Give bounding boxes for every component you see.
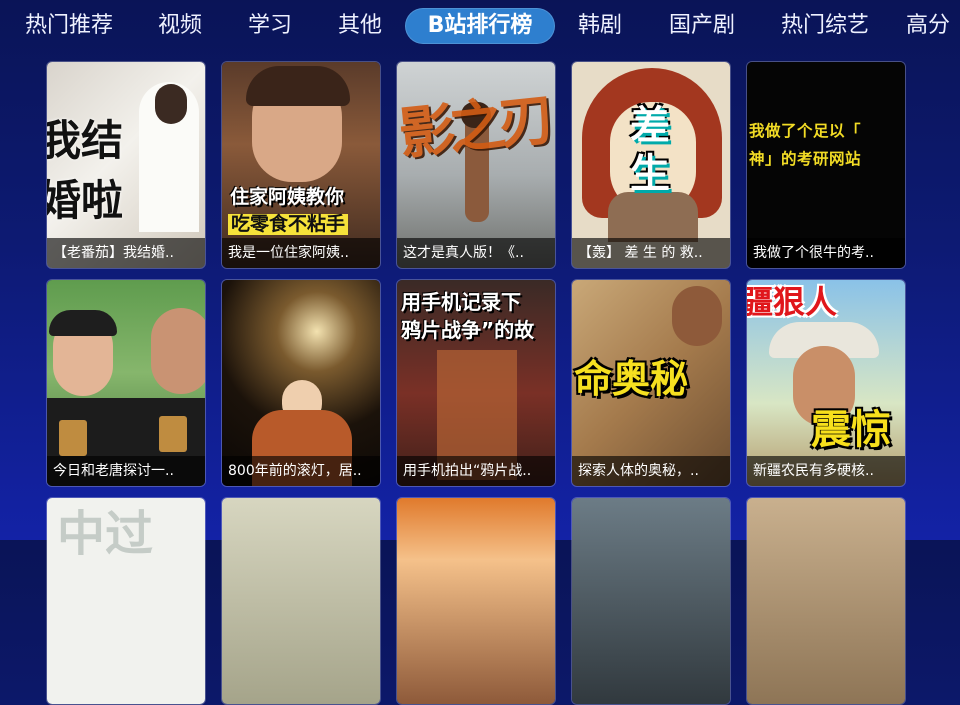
thumbnail-overlay-text: 命奥秘 [574, 357, 689, 401]
video-thumbnail [572, 498, 730, 704]
video-thumbnail: 中过 [47, 498, 205, 704]
tab-hot-recommend[interactable]: 热门推荐 [16, 8, 122, 44]
thumbnail-overlay-text: 差 [630, 103, 670, 149]
video-grid: 我结 婚啦 【老番茄】我结婚.. 住家阿姨教你 吃零食不粘手 我是一位住家阿姨.… [46, 61, 908, 705]
video-card[interactable]: 影之刃 这才是真人版！《.. [396, 61, 556, 269]
video-card[interactable] [571, 497, 731, 705]
video-card[interactable]: 中过 [46, 497, 206, 705]
tab-video[interactable]: 视频 [148, 8, 212, 44]
video-thumbnail [222, 498, 380, 704]
video-card[interactable]: 我结 婚啦 【老番茄】我结婚.. [46, 61, 206, 269]
video-title: 我是一位住家阿姨.. [222, 238, 380, 268]
thumbnail-overlay-text: 我做了个足以「 [749, 122, 862, 140]
tab-study[interactable]: 学习 [238, 8, 302, 44]
video-title: 用手机拍出“鸦片战.. [397, 456, 555, 486]
video-card[interactable]: 我做了个足以「 神」的考研网站 我做了个很牛的考.. [746, 61, 906, 269]
video-thumbnail [747, 498, 905, 704]
tab-variety-show[interactable]: 热门综艺 [772, 8, 878, 44]
thumbnail-overlay-text: 生 [630, 151, 670, 197]
tab-korean-drama[interactable]: 韩剧 [568, 8, 632, 44]
video-card[interactable]: 今日和老唐探讨一.. [46, 279, 206, 487]
thumbnail-overlay-text: 住家阿姨教你 [230, 186, 345, 208]
tab-bilibili-ranking[interactable]: B站排行榜 [405, 8, 555, 44]
video-card[interactable] [746, 497, 906, 705]
tab-high-rating[interactable]: 高分 [906, 8, 960, 44]
thumbnail-overlay-text: 用手机记录下 [401, 290, 521, 314]
video-card[interactable]: 差 生 【轰】 差 生 的 救.. [571, 61, 731, 269]
video-title: 800年前的滚灯，居.. [222, 456, 380, 486]
video-title: 【轰】 差 生 的 救.. [572, 238, 730, 268]
video-title: 我做了个很牛的考.. [747, 238, 905, 268]
video-title: 探索人体的奥秘，.. [572, 456, 730, 486]
thumbnail-overlay-text: 鸦片战争”的故 [401, 318, 535, 342]
thumbnail-overlay-text: 神」的考研网站 [749, 150, 862, 168]
thumbnail-overlay-text: 疆狠人 [746, 283, 838, 321]
tab-domestic-drama[interactable]: 国产剧 [660, 8, 744, 44]
thumbnail-overlay-text: 中过 [57, 506, 154, 562]
thumbnail-overlay-text: 我结 [46, 116, 124, 165]
thumbnail-overlay-text: 吃零食不粘手 [228, 214, 349, 235]
video-card[interactable]: 命奥秘 探索人体的奥秘，.. [571, 279, 731, 487]
video-title: 这才是真人版！《.. [397, 238, 555, 268]
video-title: 【老番茄】我结婚.. [47, 238, 205, 268]
thumbnail-overlay-text: 震惊 [811, 407, 891, 453]
video-card[interactable]: 住家阿姨教你 吃零食不粘手 我是一位住家阿姨.. [221, 61, 381, 269]
video-card[interactable]: 800年前的滚灯，居.. [221, 279, 381, 487]
video-card[interactable] [221, 497, 381, 705]
category-tab-bar: 热门推荐 视频 学习 其他 B站排行榜 韩剧 国产剧 热门综艺 高分 [0, 0, 960, 54]
tab-other[interactable]: 其他 [328, 8, 392, 44]
video-card[interactable] [396, 497, 556, 705]
thumbnail-overlay-text: 婚啦 [46, 176, 124, 225]
video-thumbnail [397, 498, 555, 704]
video-title: 今日和老唐探讨一.. [47, 456, 205, 486]
video-card[interactable]: 用手机记录下 鸦片战争”的故 用手机拍出“鸦片战.. [396, 279, 556, 487]
video-card[interactable]: 疆狠人 震惊 新疆农民有多硬核.. [746, 279, 906, 487]
video-title: 新疆农民有多硬核.. [747, 456, 905, 486]
thumbnail-overlay-text: 影之刃 [396, 87, 552, 168]
